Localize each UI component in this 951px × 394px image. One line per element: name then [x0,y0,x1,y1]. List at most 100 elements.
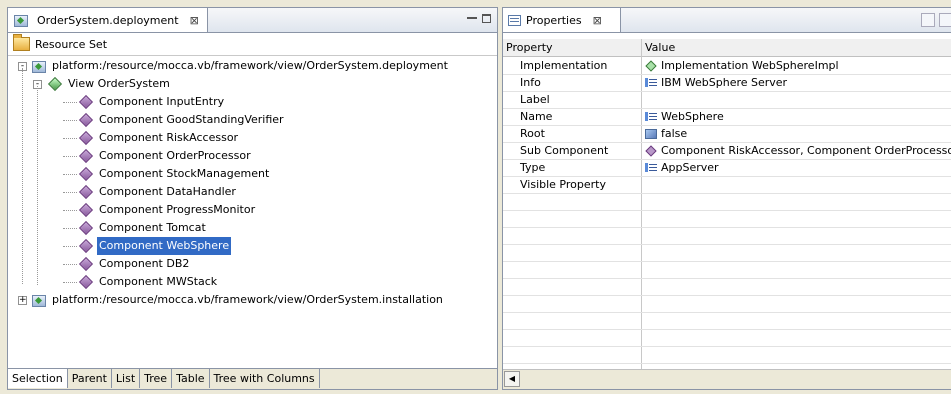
property-value[interactable]: AppServer [645,159,719,176]
maximize-icon[interactable] [482,14,491,23]
tree-item-label: Component MWStack [99,275,218,288]
editor-tab-title: OrderSystem.deployment [37,13,179,27]
property-value[interactable]: Component RiskAccessor, Component OrderP… [645,142,951,159]
purple-diamond-icon [78,238,94,254]
green-diamond-icon [645,59,657,72]
table-row[interactable]: Visible Property [503,176,951,194]
tree-item[interactable]: Component GoodStandingVerifier [63,111,286,129]
tree-item[interactable]: Component WebSphere [63,236,233,256]
tree-item[interactable]: Component DataHandler [63,183,238,201]
table-row[interactable] [503,346,951,364]
property-name: Name [520,110,553,123]
table-row[interactable] [503,210,951,228]
table-row[interactable] [503,227,951,245]
tree-item[interactable]: - View OrderSystem [33,75,172,93]
table-row[interactable] [503,261,951,279]
property-name: Sub Component [520,144,609,157]
tree-connector [63,173,77,175]
table-row[interactable] [503,244,951,262]
resource-set-bar[interactable]: Resource Set [8,33,497,56]
table-row[interactable]: Name WebSphere [503,108,951,126]
tree-connector [63,137,77,139]
properties-tab-title: Properties [526,13,582,27]
purple-diamond-icon [78,112,94,128]
properties-tab[interactable]: Properties ⊠ [503,8,621,32]
tree-item[interactable]: Component OrderProcessor [63,147,253,165]
table-row[interactable]: Type AppServer [503,159,951,177]
property-value-text: IBM WebSphere Server [661,76,788,89]
close-icon[interactable]: ⊠ [593,14,602,27]
tree-item[interactable]: Component RiskAccessor [63,129,240,147]
table-row[interactable]: Info IBM WebSphere Server [503,74,951,92]
tree-item[interactable]: - platform:/resource/mocca.vb/framework/v… [18,57,450,75]
deployment-editor: OrderSystem.deployment ⊠ Resource Set -p… [7,7,498,390]
resource-icon [31,59,46,73]
editor-tab[interactable]: OrderSystem.deployment ⊠ [8,8,208,32]
purple-diamond-icon [78,148,94,164]
tree-item[interactable]: Component InputEntry [63,93,226,111]
close-icon[interactable]: ⊠ [190,14,199,27]
purple-diamond-icon [78,220,94,236]
green-diamond-icon [47,76,63,92]
tree-connector [37,86,38,285]
table-row[interactable] [503,312,951,330]
purple-diamond-icon [78,274,94,290]
property-value-text: false [661,127,688,140]
resource-set-label: Resource Set [35,37,108,51]
viewer-tab[interactable]: Parent [67,369,112,388]
property-value[interactable]: WebSphere [645,108,724,125]
table-row[interactable]: Implementation Implementation WebSphereIm… [503,57,951,75]
purple-diamond-icon [78,202,94,218]
tree-item[interactable]: Component MWStack [63,273,219,291]
tree-connector [63,227,77,229]
table-row[interactable] [503,278,951,296]
tree-layout-icon[interactable] [921,13,935,27]
property-value[interactable]: IBM WebSphere Server [645,74,787,91]
tree-item[interactable]: Component StockManagement [63,165,271,183]
properties-view: Properties ⊠ Property Value Implementati… [502,7,951,390]
tree-item[interactable]: + platform:/resource/mocca.vb/framework/v… [18,291,445,309]
viewer-tab-bar: Selection Parent List Tree Table Tree with Co… [8,368,497,389]
tree-item[interactable]: Component ProgressMonitor [63,201,257,219]
tree-item[interactable]: Component Tomcat [63,219,208,237]
property-value[interactable]: false [645,125,687,142]
property-value[interactable]: Implementation WebSphereImpl [645,57,839,74]
table-row[interactable] [503,193,951,211]
viewer-tab[interactable]: List [111,369,141,388]
viewer-tab[interactable]: Selection [8,369,68,388]
minimize-icon[interactable] [467,17,477,22]
scroll-left-icon[interactable]: ◀ [504,371,520,387]
tree-item-label: View OrderSystem [68,77,170,90]
property-value-text: Component RiskAccessor, Component OrderP… [661,144,951,157]
list-icon [645,78,657,87]
viewer-tab[interactable]: Tree with Columns [209,369,320,388]
tree-connector [63,119,77,121]
property-column-header[interactable]: Property [506,39,553,56]
table-row[interactable] [503,329,951,347]
properties-tab-bar: Properties ⊠ [503,8,951,33]
purple-diamond-icon [78,184,94,200]
table-row[interactable]: Root false [503,125,951,143]
boolean-icon [645,128,657,139]
expand-icon[interactable]: + [18,295,27,305]
horizontal-scrollbar[interactable]: ◀ [503,369,951,389]
window-controls [467,12,491,23]
menu-icon[interactable] [939,13,951,27]
tree-item-label: Component InputEntry [99,95,225,108]
viewer-tab[interactable]: Tree [140,369,173,388]
list-icon [645,112,657,121]
property-value-text: AppServer [661,161,719,174]
tree-item[interactable]: Component DB2 [63,255,191,273]
model-tree: - platform:/resource/mocca.vb/framework/v… [8,56,497,369]
tree-item-label: Component Tomcat [99,221,206,234]
tree-connector [63,245,77,247]
table-row[interactable]: Sub Component Component RiskAccessor, Com… [503,142,951,160]
folder-icon [13,34,30,51]
viewer-tab[interactable]: Table [172,369,210,388]
table-header: Property Value [503,39,951,57]
value-column-header[interactable]: Value [645,39,675,56]
table-row[interactable]: Label [503,91,951,109]
table-row[interactable] [503,295,951,313]
property-name: Type [520,161,546,174]
purple-diamond-icon [78,166,94,182]
